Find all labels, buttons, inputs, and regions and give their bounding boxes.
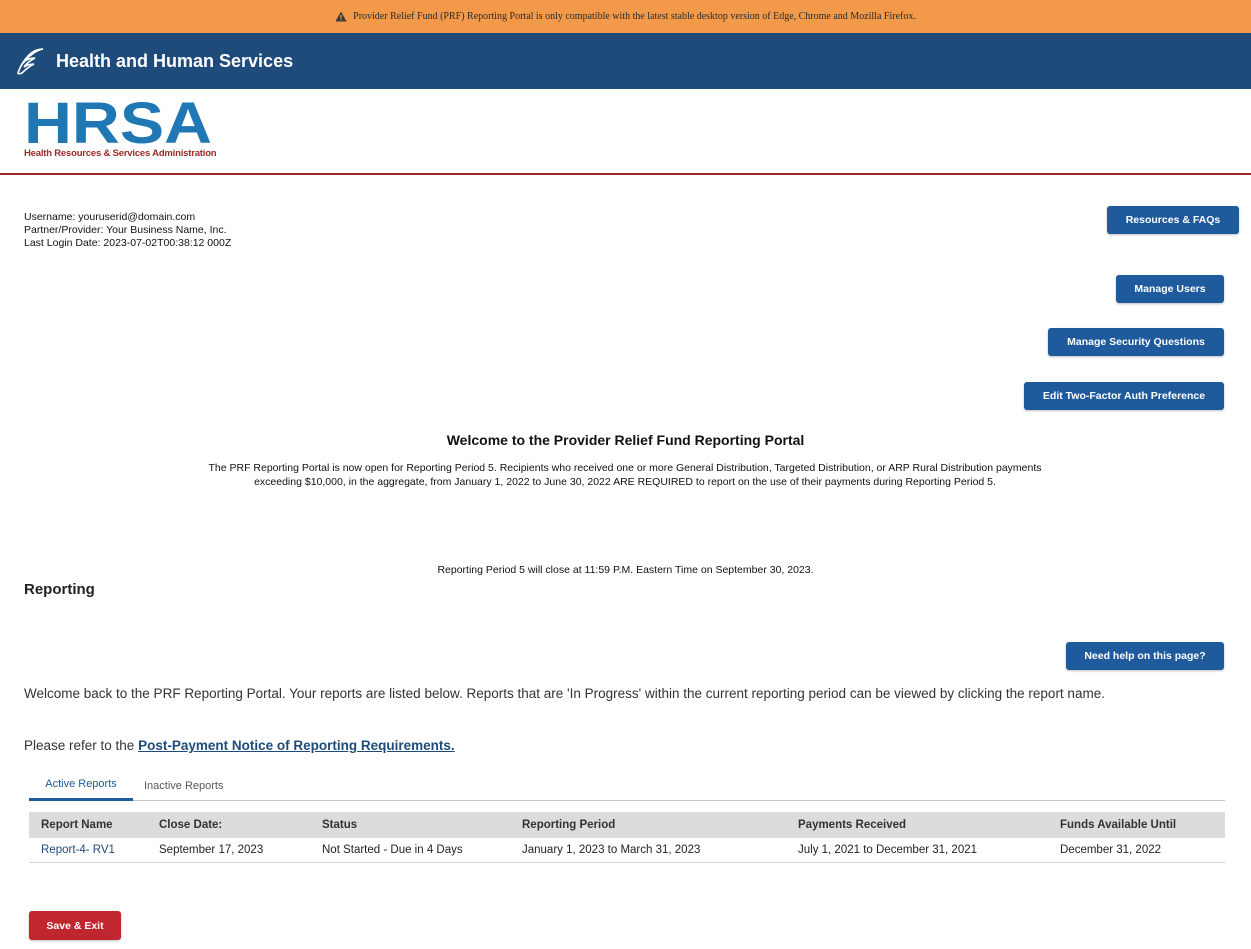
- hhs-eagle-icon: [16, 47, 46, 75]
- welcome-text: The PRF Reporting Portal is now open for…: [208, 462, 1042, 488]
- reporting-heading: Reporting: [24, 581, 95, 598]
- hrsa-logo-area: HRSA Health Resources & Services Adminis…: [0, 89, 1251, 175]
- cell-reporting-period: January 1, 2023 to March 31, 2023: [510, 838, 786, 863]
- cell-payments-received: July 1, 2021 to December 31, 2021: [786, 838, 1048, 863]
- reports-table: Report Name Close Date: Status Reporting…: [29, 812, 1225, 863]
- hrsa-subtitle: Health Resources & Services Administrati…: [24, 148, 217, 159]
- welcome-title: Welcome to the Provider Relief Fund Repo…: [446, 432, 805, 448]
- need-help-button[interactable]: Need help on this page?: [1066, 642, 1224, 670]
- user-info: Username: youruserid@domain.com Partner/…: [24, 211, 231, 250]
- banner-text: Provider Relief Fund (PRF) Reporting Por…: [353, 11, 916, 22]
- partner-text: Partner/Provider: Your Business Name, In…: [24, 224, 227, 236]
- column-header-report-name: Report Name: [29, 812, 147, 838]
- table-header-row: Report Name Close Date: Status Reporting…: [29, 812, 1225, 838]
- column-header-reporting-period: Reporting Period: [510, 812, 786, 838]
- column-header-close-date: Close Date:: [147, 812, 310, 838]
- reports-intro-text: Welcome back to the PRF Reporting Portal…: [24, 686, 1105, 701]
- tab-active-reports[interactable]: Active Reports: [29, 770, 133, 801]
- cell-report-name: Report-4- RV1: [29, 838, 147, 863]
- username-text: Username: youruserid@domain.com: [24, 211, 196, 223]
- warning-icon: [335, 11, 347, 22]
- column-header-funds-available: Funds Available Until: [1048, 812, 1225, 838]
- last-login-text: Last Login Date: 2023-07-02T00:38:12 000…: [24, 237, 232, 249]
- post-payment-notice-link[interactable]: Post-Payment Notice of Reporting Require…: [138, 738, 455, 753]
- refer-text: Please refer to the Post-Payment Notice …: [24, 738, 455, 753]
- hhs-header: Health and Human Services: [0, 33, 1251, 89]
- compatibility-banner: Provider Relief Fund (PRF) Reporting Por…: [0, 0, 1251, 33]
- resources-faqs-button[interactable]: Resources & FAQs: [1107, 206, 1239, 234]
- cell-close-date: September 17, 2023: [147, 838, 310, 863]
- hrsa-logo: HRSA: [24, 99, 212, 145]
- column-header-payments-received: Payments Received: [786, 812, 1048, 838]
- hrsa-logo-text: HRSA: [24, 99, 212, 145]
- cell-funds-available: December 31, 2022: [1048, 838, 1225, 863]
- hhs-title: Health and Human Services: [56, 50, 294, 71]
- report-tabs: Active Reports Inactive Reports: [29, 770, 1225, 801]
- manage-users-button[interactable]: Manage Users: [1116, 275, 1224, 303]
- edit-two-factor-button[interactable]: Edit Two-Factor Auth Preference: [1024, 382, 1224, 410]
- report-name-link[interactable]: Report-4- RV1: [41, 844, 115, 856]
- close-date-text: Reporting Period 5 will close at 11:59 P…: [437, 564, 814, 576]
- manage-security-questions-button[interactable]: Manage Security Questions: [1048, 328, 1224, 356]
- column-header-status: Status: [310, 812, 510, 838]
- save-exit-button[interactable]: Save & Exit: [29, 911, 121, 940]
- cell-status: Not Started - Due in 4 Days: [310, 838, 510, 863]
- refer-prefix: Please refer to the: [24, 738, 139, 753]
- tab-inactive-reports[interactable]: Inactive Reports: [144, 770, 244, 801]
- table-row: Report-4- RV1 September 17, 2023 Not Sta…: [29, 838, 1225, 863]
